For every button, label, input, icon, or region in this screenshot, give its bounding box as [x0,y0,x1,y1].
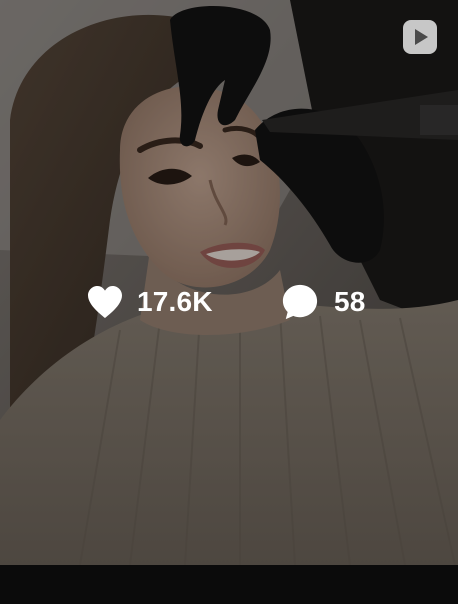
heart-icon [88,285,122,319]
post-tile[interactable]: 17.6K 58 [0,0,458,565]
comments-count: 58 [334,286,366,317]
engagement-overlay: 17.6K 58 [0,280,458,324]
bottom-strip [0,565,458,604]
comments-stat[interactable]: 58 [281,280,366,324]
reel-play-icon [403,20,437,54]
likes-stat[interactable]: 17.6K [86,280,213,324]
comment-bubble-icon [282,284,318,320]
likes-count: 17.6K [137,286,213,317]
